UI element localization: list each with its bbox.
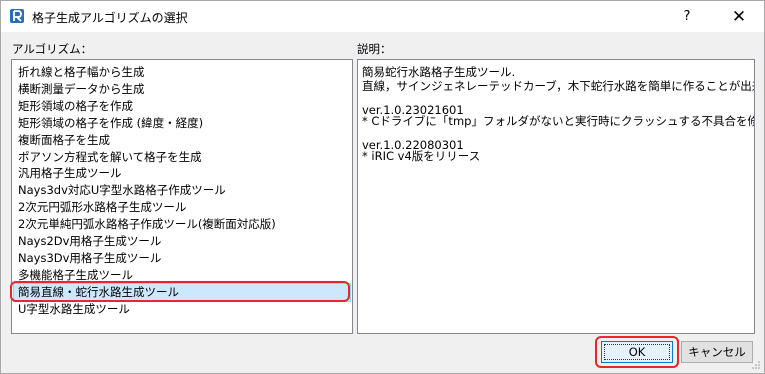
description-line: * Cドライブに「tmp」フォルダがないと実行時にクラッシュする不具合を修正 xyxy=(362,114,755,128)
cancel-button-label: キャンセル xyxy=(688,345,746,359)
resize-grip-icon[interactable] xyxy=(751,360,761,370)
window-title: 格子生成アルゴリズムの選択 xyxy=(32,11,188,25)
algorithm-label: アルゴリズム： xyxy=(12,42,93,56)
selection-highlight-annotation xyxy=(10,281,350,302)
close-button[interactable]: ✕ xyxy=(717,1,761,32)
list-item[interactable]: 矩形領域の格子を作成 xyxy=(18,98,133,115)
list-item[interactable]: 2次元円弧形水路格子生成ツール xyxy=(18,199,186,216)
grid-algorithm-dialog: 格子生成アルゴリズムの選択 ? ✕ アルゴリズム： 説明： 折れ線と格子幅から生… xyxy=(0,0,765,374)
list-item[interactable]: Nays2Dv用格子生成ツール xyxy=(18,233,161,250)
help-button[interactable]: ? xyxy=(665,1,709,32)
cancel-button[interactable]: キャンセル xyxy=(681,341,753,363)
list-item[interactable]: 矩形領域の格子を作成 (緯度・経度) xyxy=(18,115,203,132)
list-item[interactable]: 折れ線と格子幅から生成 xyxy=(18,64,145,81)
description-label: 説明： xyxy=(357,42,392,56)
list-item[interactable]: 複断面格子を生成 xyxy=(18,132,110,149)
description-line: * iRIC v4版をリリース xyxy=(362,149,481,163)
list-item[interactable]: 横断測量データから生成 xyxy=(18,81,145,98)
ok-highlight-annotation xyxy=(595,336,679,368)
iric-app-icon xyxy=(10,9,24,23)
description-textbox[interactable]: 簡易蛇行水路格子生成ツール. 直線，サインジェネレーテッドカーブ，木下蛇行水路を簡… xyxy=(357,59,755,334)
title-bar: 格子生成アルゴリズムの選択 ? ✕ xyxy=(1,1,764,32)
list-item[interactable]: Nays3Dv用格子生成ツール xyxy=(18,250,161,267)
list-item[interactable]: 2次元単純円弧水路格子作成ツール(複断面対応版) xyxy=(18,216,276,233)
description-line: 直線，サインジェネレーテッドカーブ，木下蛇行水路を簡単に作ることが出来ます. xyxy=(362,79,755,93)
list-item[interactable]: 汎用格子生成ツール xyxy=(18,165,122,182)
list-item[interactable]: U字型水路生成ツール xyxy=(18,301,130,318)
list-item[interactable]: ポアソン方程式を解いて格子を生成 xyxy=(18,149,202,166)
list-item[interactable]: Nays3dv対応U字型水路格子作成ツール xyxy=(18,182,226,199)
